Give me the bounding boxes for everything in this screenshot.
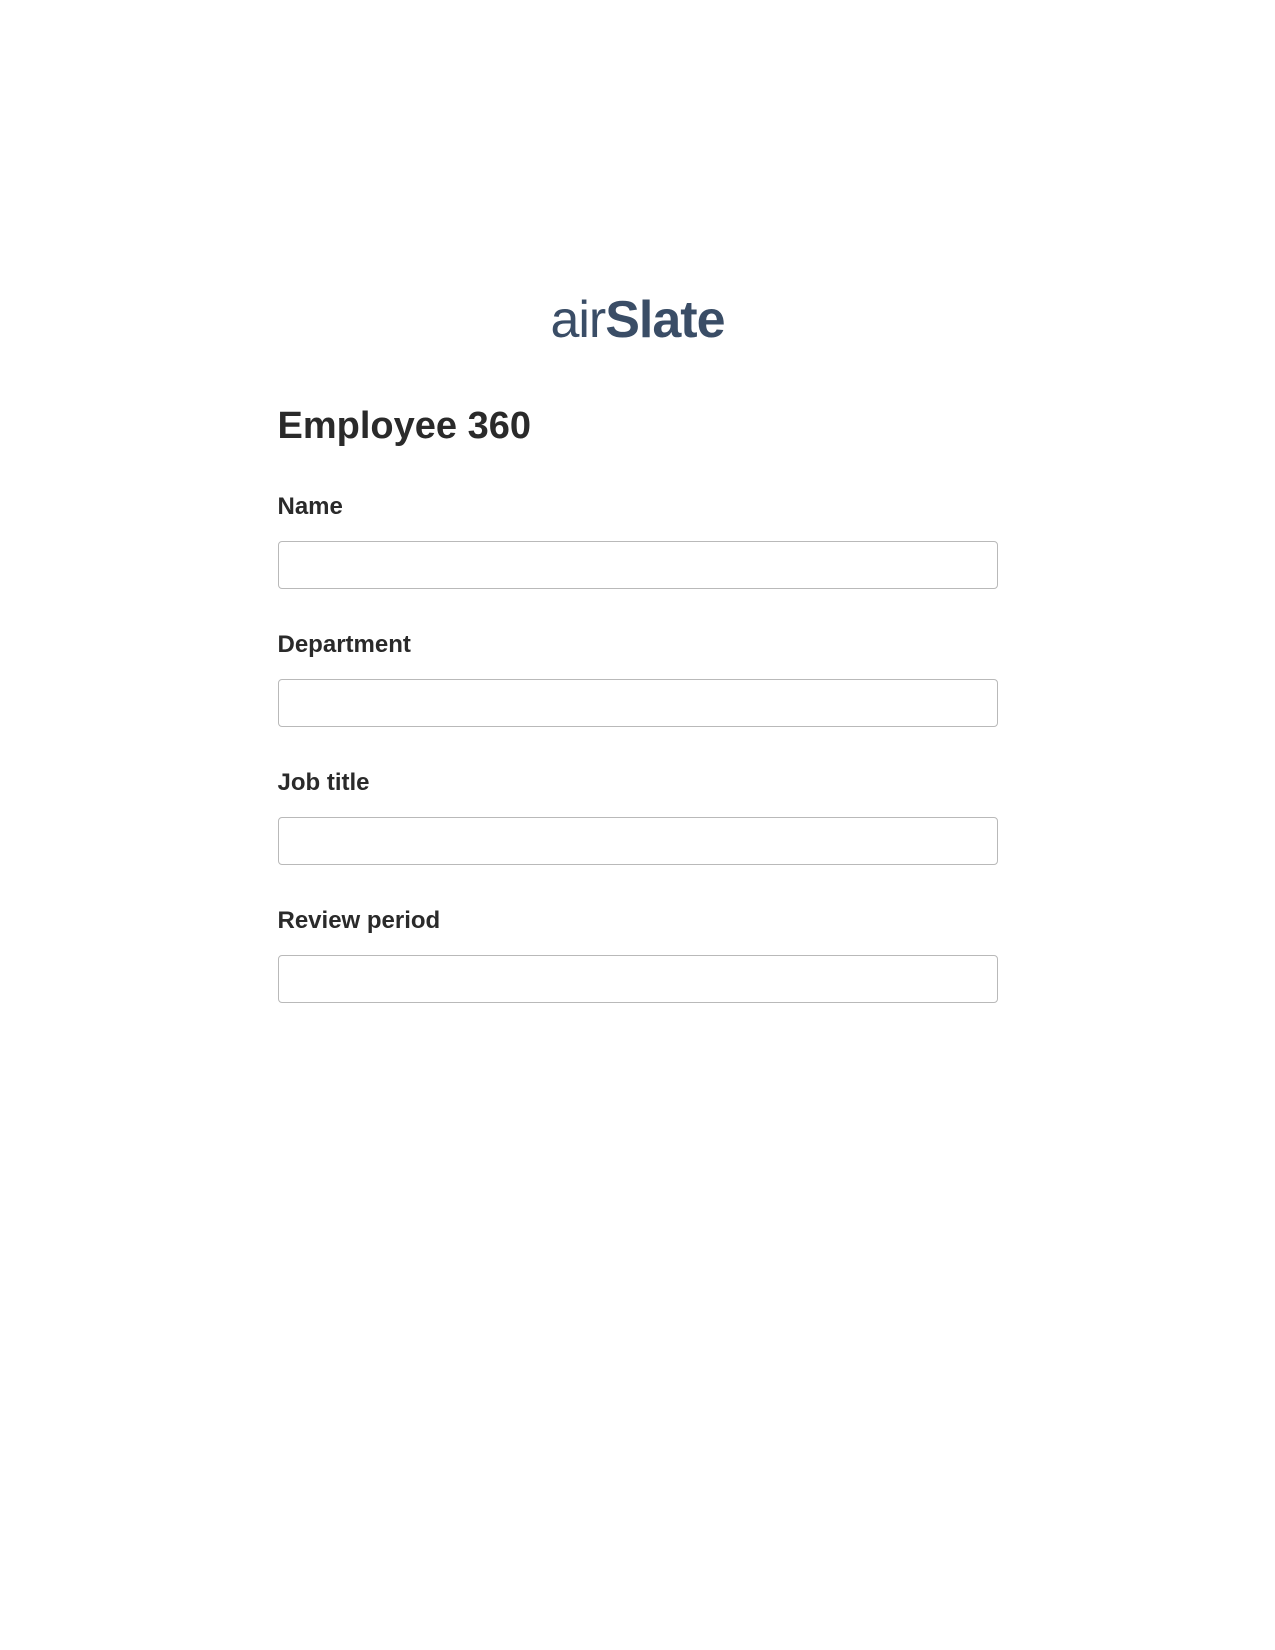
field-review-period: Review period bbox=[278, 907, 998, 1003]
review-period-input[interactable] bbox=[278, 955, 998, 1003]
form-title: Employee 360 bbox=[278, 405, 998, 448]
page-container: airSlate Employee 360 Name Department Jo… bbox=[0, 0, 1275, 1045]
field-department: Department bbox=[278, 631, 998, 727]
form: Employee 360 Name Department Job title R… bbox=[138, 405, 1138, 1045]
logo: airSlate bbox=[550, 290, 724, 350]
logo-suffix: Slate bbox=[605, 291, 724, 349]
name-input[interactable] bbox=[278, 541, 998, 589]
job-title-label: Job title bbox=[278, 769, 998, 797]
job-title-input[interactable] bbox=[278, 817, 998, 865]
field-name: Name bbox=[278, 493, 998, 589]
logo-prefix: air bbox=[550, 291, 605, 349]
name-label: Name bbox=[278, 493, 998, 521]
field-job-title: Job title bbox=[278, 769, 998, 865]
department-input[interactable] bbox=[278, 679, 998, 727]
review-period-label: Review period bbox=[278, 907, 998, 935]
department-label: Department bbox=[278, 631, 998, 659]
